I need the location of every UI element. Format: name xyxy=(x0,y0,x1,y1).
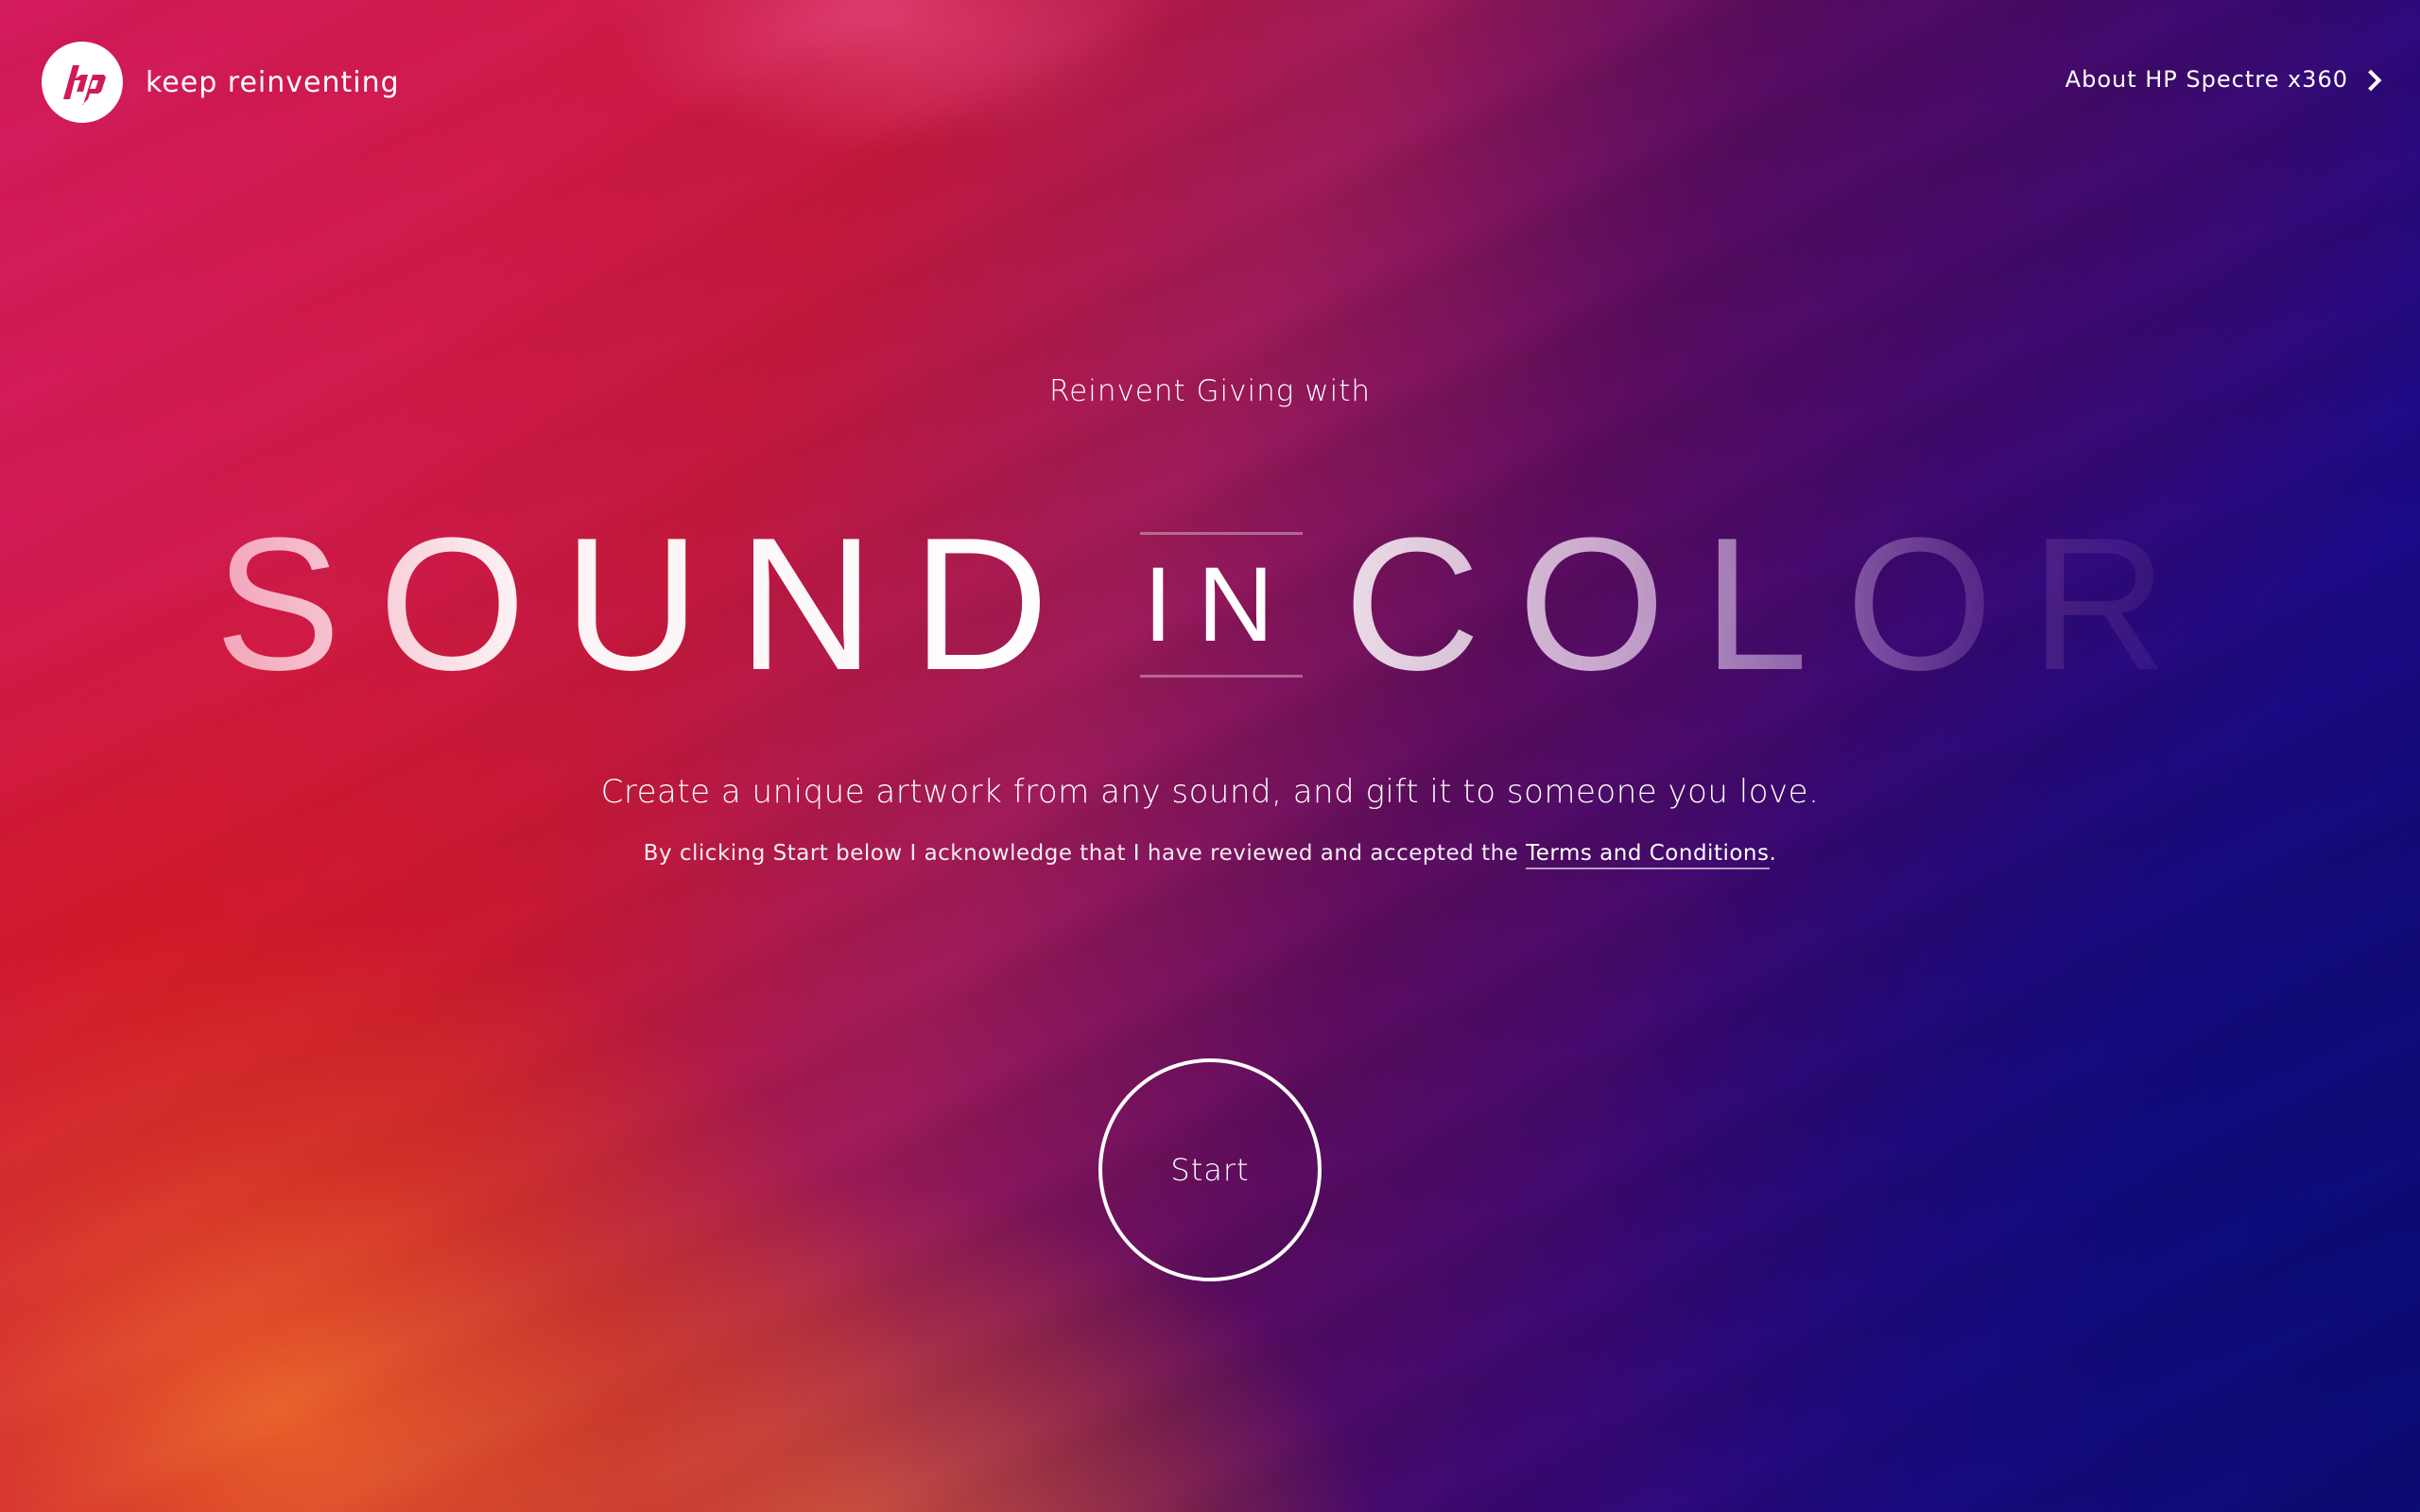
hero-intro: Reinvent Giving with xyxy=(1048,374,1372,408)
hp-logo-icon[interactable] xyxy=(42,42,123,123)
disclaimer-period: . xyxy=(1769,841,1777,866)
terms-and-conditions-link[interactable]: Terms and Conditions xyxy=(1526,841,1770,869)
about-product-link[interactable]: About HP Spectre x360 xyxy=(2066,66,2382,93)
start-button[interactable]: Start xyxy=(1098,1058,1322,1281)
background-cool-gradient xyxy=(0,0,2420,1512)
about-product-label[interactable]: About HP Spectre x360 xyxy=(2066,66,2348,93)
site-header: keep reinventing About HP Spectre x360 xyxy=(0,0,2420,170)
landing-page: keep reinventing About HP Spectre x360 R… xyxy=(0,0,2420,1512)
headline-word-color: COLOR xyxy=(1343,499,2205,710)
hero-headline: SOUND IN COLOR xyxy=(215,510,2167,699)
background-warm-gradient xyxy=(0,0,2420,1512)
background-paint-streaks xyxy=(0,0,2420,1512)
brand[interactable]: keep reinventing xyxy=(42,42,400,123)
headline-word-in: IN xyxy=(1139,532,1303,678)
hero-description: Create a unique artwork from any sound, … xyxy=(600,773,1820,811)
disclaimer-text: By clicking Start below I acknowledge th… xyxy=(643,841,1527,866)
hp-logo-glyph xyxy=(63,65,106,105)
chevron-right-icon[interactable] xyxy=(2360,69,2382,91)
background-glow xyxy=(0,0,2420,1512)
brand-tagline[interactable]: keep reinventing xyxy=(146,66,400,99)
headline-word-sound: SOUND xyxy=(215,499,1087,710)
terms-disclaimer: By clicking Start below I acknowledge th… xyxy=(0,841,2420,869)
start-button-label[interactable]: Start xyxy=(1170,1152,1249,1188)
